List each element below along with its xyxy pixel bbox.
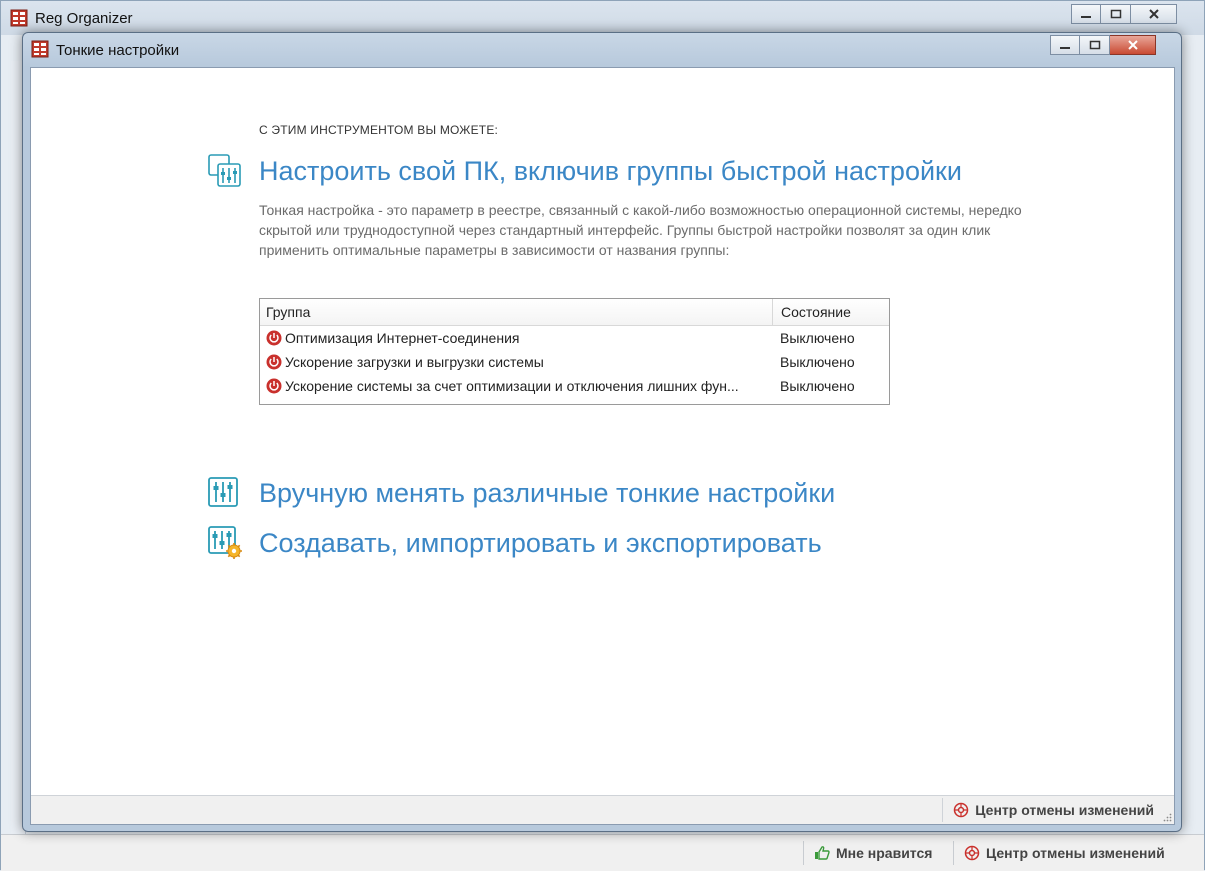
undo-center-icon [954,802,969,818]
app-icon [31,40,49,58]
main-maximize-button[interactable] [1101,4,1131,24]
groups-table: Группа Состояние Оптимизация Интернет-со… [259,298,890,405]
column-header-state[interactable]: Состояние [772,299,889,325]
close-icon [1148,9,1159,19]
dialog-undo-center-label: Центр отмены изменений [975,802,1154,818]
main-window-caption-buttons [1071,4,1177,24]
power-off-icon [266,330,282,346]
main-minimize-button[interactable] [1071,4,1101,24]
group-name: Ускорение системы за счет оптимизации и … [285,378,739,394]
group-state: Выключено [780,378,855,394]
sliders-icon [208,477,238,507]
column-header-group[interactable]: Группа [260,299,772,325]
group-state: Выключено [780,354,855,370]
table-row[interactable]: Ускорение загрузки и выгрузки системы Вы… [260,350,889,374]
like-button[interactable]: Мне нравится [803,841,932,865]
minimize-icon [1081,16,1091,18]
groups-table-header: Группа Состояние [260,299,889,326]
maximize-icon [1110,9,1121,19]
group-name: Ускорение загрузки и выгрузки системы [285,354,544,370]
dialog-status-bar: Центр отмены изменений [31,795,1174,824]
main-status-bar: Мне нравится Центр отмены изменений [1,834,1204,871]
dialog-close-button[interactable] [1110,35,1156,55]
maximize-icon [1089,40,1100,50]
power-off-icon [266,378,282,394]
main-close-button[interactable] [1131,4,1177,24]
create-import-export-link[interactable]: Создавать, импортировать и экспортироват… [259,528,822,559]
dialog-maximize-button[interactable] [1080,35,1110,55]
group-state: Выключено [780,330,855,346]
thumbs-up-icon [815,846,830,860]
power-off-icon [266,354,282,370]
minimize-icon [1060,47,1070,49]
like-label: Мне нравится [836,845,933,861]
dialog-content: С ЭТИМ ИНСТРУМЕНТОМ ВЫ МОЖЕТЕ: Настроить… [30,67,1175,825]
dialog-caption-buttons [1050,35,1156,55]
dialog-minimize-button[interactable] [1050,35,1080,55]
quick-setup-link[interactable]: Настроить свой ПК, включив группы быстро… [259,156,962,187]
tweaks-dialog: Тонкие настройки С ЭТИМ ИНСТРУМЕНТОМ ВЫ … [22,32,1182,832]
sliders-group-icon [208,154,241,187]
main-window-title: Reg Organizer [35,10,133,27]
dialog-title: Тонкие настройки [56,42,180,59]
quick-setup-description: Тонкая настройка - это параметр в реестр… [259,202,1022,258]
tool-caption: С ЭТИМ ИНСТРУМЕНТОМ ВЫ МОЖЕТЕ: [259,123,499,137]
sliders-gear-icon [208,526,242,559]
table-row[interactable]: Ускорение системы за счет оптимизации и … [260,374,889,398]
main-undo-center-label: Центр отмены изменений [986,845,1165,861]
manual-tweaks-link[interactable]: Вручную менять различные тонкие настройк… [259,478,835,509]
resize-grip-icon[interactable] [1162,812,1172,822]
group-name: Оптимизация Интернет-соединения [285,330,520,346]
close-icon [1127,40,1138,50]
app-icon [10,9,28,27]
table-row[interactable]: Оптимизация Интернет-соединения Выключен… [260,326,889,350]
dialog-undo-center-button[interactable]: Центр отмены изменений [942,798,1154,822]
undo-center-icon [964,845,980,861]
main-undo-center-button[interactable]: Центр отмены изменений [953,841,1165,865]
